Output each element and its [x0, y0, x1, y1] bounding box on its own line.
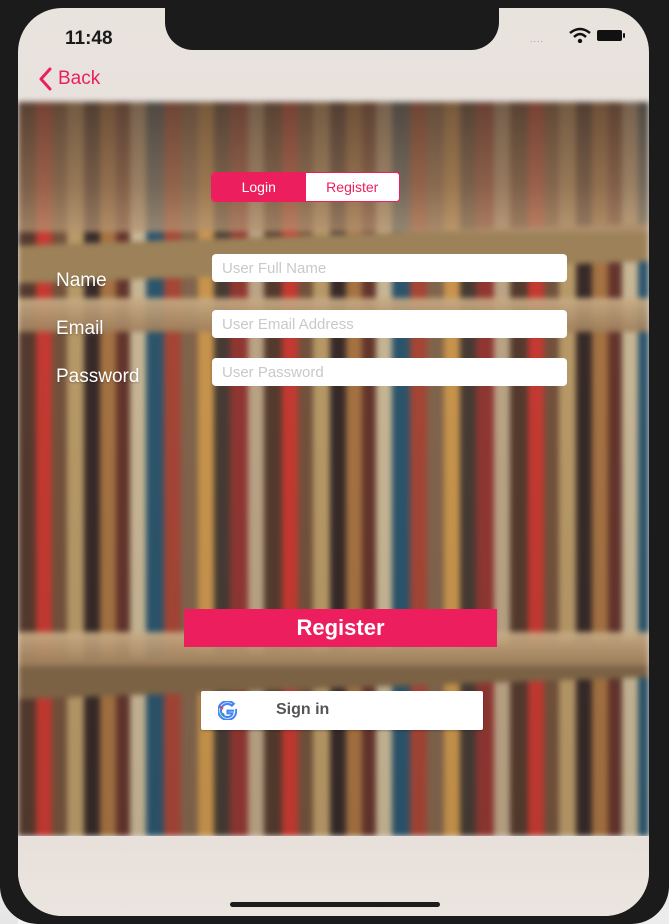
- google-signin-label: Sign in: [276, 701, 330, 718]
- google-icon: [218, 701, 237, 720]
- chevron-left-icon: [39, 67, 52, 91]
- phone-frame: 11:48 .... Back Login Register Name User…: [0, 0, 669, 924]
- battery-icon: [597, 30, 625, 41]
- wifi-icon: [569, 27, 591, 43]
- back-label: Back: [58, 68, 101, 89]
- segment-login[interactable]: Login: [212, 173, 306, 201]
- name-field[interactable]: [212, 254, 567, 282]
- nav-bar: Back: [18, 56, 649, 102]
- auth-mode-segmented-control: Login Register: [211, 172, 400, 202]
- register-button[interactable]: Register: [184, 609, 497, 647]
- password-label: Password: [56, 366, 140, 387]
- segment-register[interactable]: Register: [305, 173, 399, 201]
- email-label: Email: [56, 318, 104, 339]
- signal-icon: ....: [530, 34, 545, 44]
- status-time: 11:48: [65, 28, 113, 49]
- email-field[interactable]: [212, 310, 567, 338]
- status-bar: 11:48 ....: [18, 8, 649, 56]
- notch: [165, 8, 499, 50]
- back-button[interactable]: Back: [38, 64, 100, 94]
- name-label: Name: [56, 270, 107, 291]
- home-indicator: [230, 902, 440, 907]
- auth-form-overlay: Login Register Name Email Password Regis…: [18, 102, 649, 836]
- bottom-safe-area: [18, 836, 649, 916]
- google-signin-button[interactable]: Sign in: [201, 691, 483, 730]
- password-field[interactable]: [212, 358, 567, 386]
- phone-screen: 11:48 .... Back Login Register Name User…: [18, 8, 649, 916]
